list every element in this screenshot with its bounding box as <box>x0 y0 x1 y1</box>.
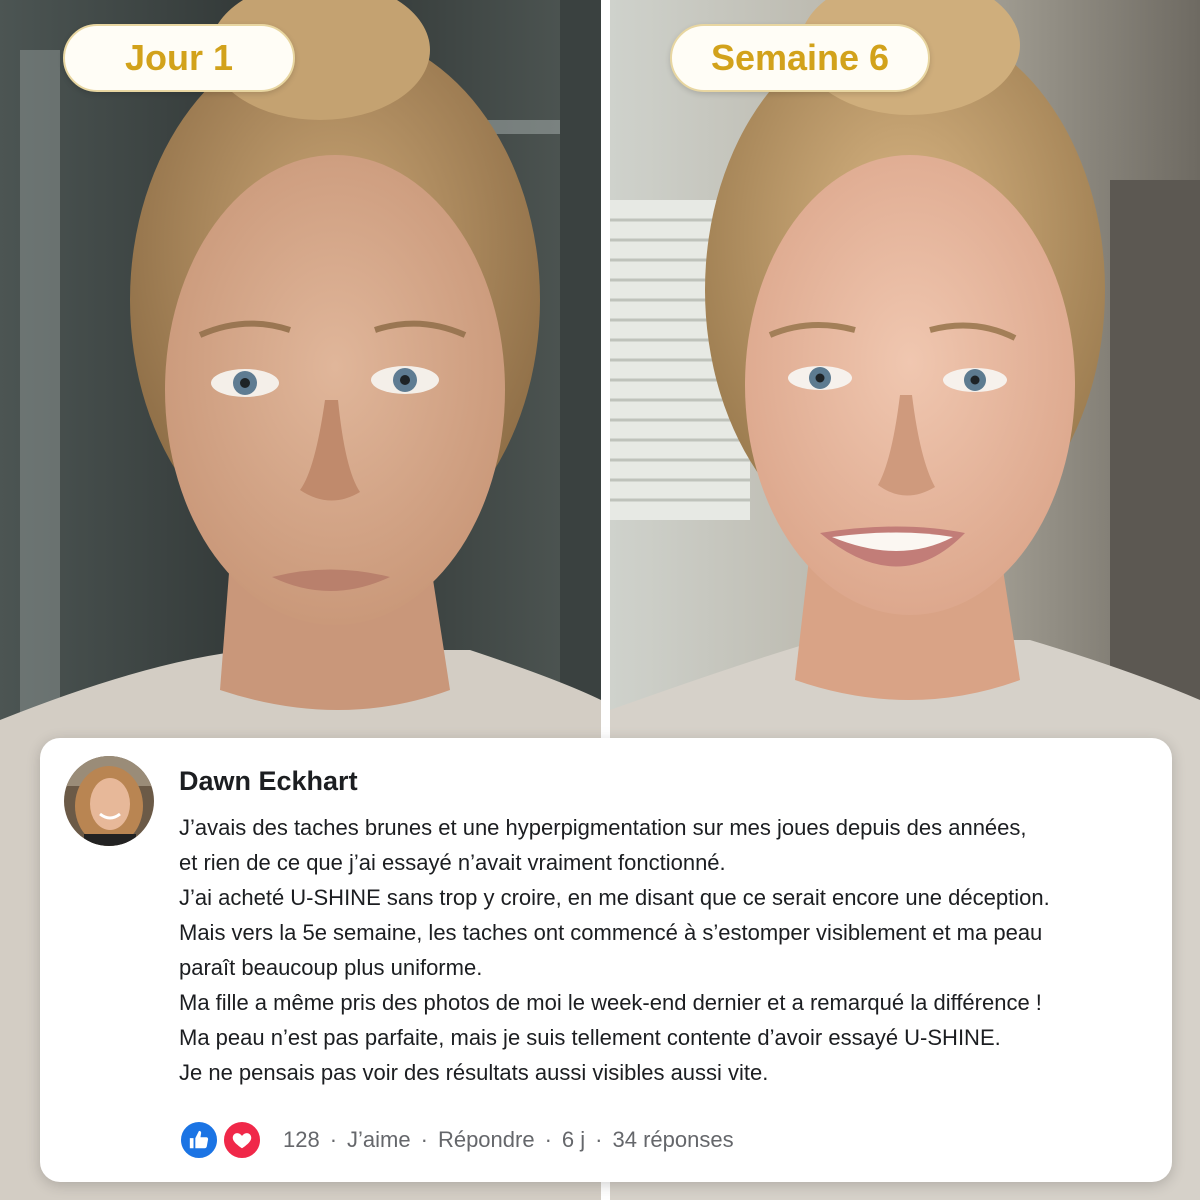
day-1-label: Jour 1 <box>63 24 295 92</box>
comment-footer: 128 · J’aime · Répondre · 6 j · 34 répon… <box>179 1120 734 1160</box>
replies-link[interactable]: 34 réponses <box>613 1127 734 1153</box>
separator-dot: · <box>544 1127 552 1152</box>
before-after-post: Jour 1 Semaine 6 Dawn Eckhart J’avais de… <box>0 0 1200 1200</box>
thumbs-up-icon <box>179 1120 219 1160</box>
comment-line: Ma peau n’est pas parfaite, mais je suis… <box>179 1025 1001 1050</box>
separator-dot: · <box>595 1127 603 1152</box>
comment-age: 6 j <box>561 1127 586 1152</box>
comment-author[interactable]: Dawn Eckhart <box>179 766 358 797</box>
like-button[interactable]: J’aime <box>347 1127 411 1153</box>
comment-card: Dawn Eckhart J’avais des taches brunes e… <box>40 738 1172 1182</box>
comment-line: et rien de ce que j’ai essayé n’avait vr… <box>179 850 726 875</box>
comment-line: Je ne pensais pas voir des résultats aus… <box>179 1060 769 1085</box>
comment-line: Ma fille a même pris des photos de moi l… <box>179 990 1042 1015</box>
comment-text: J’avais des taches brunes et une hyperpi… <box>179 810 1159 1090</box>
comment-line: paraît beaucoup plus uniforme. <box>179 955 483 980</box>
comment-line: Mais vers la 5e semaine, les taches ont … <box>179 920 1043 945</box>
heart-icon <box>222 1120 262 1160</box>
separator-dot: · <box>329 1127 338 1152</box>
reply-button[interactable]: Répondre <box>438 1127 535 1153</box>
reaction-count[interactable]: 128 <box>283 1127 320 1153</box>
comment-line: J’ai acheté U-SHINE sans trop y croire, … <box>179 885 1050 910</box>
reaction-icons[interactable] <box>179 1120 265 1160</box>
week-6-label: Semaine 6 <box>670 24 930 92</box>
comment-line: J’avais des taches brunes et une hyperpi… <box>179 815 1027 840</box>
avatar[interactable] <box>64 756 154 846</box>
separator-dot: · <box>420 1127 428 1152</box>
